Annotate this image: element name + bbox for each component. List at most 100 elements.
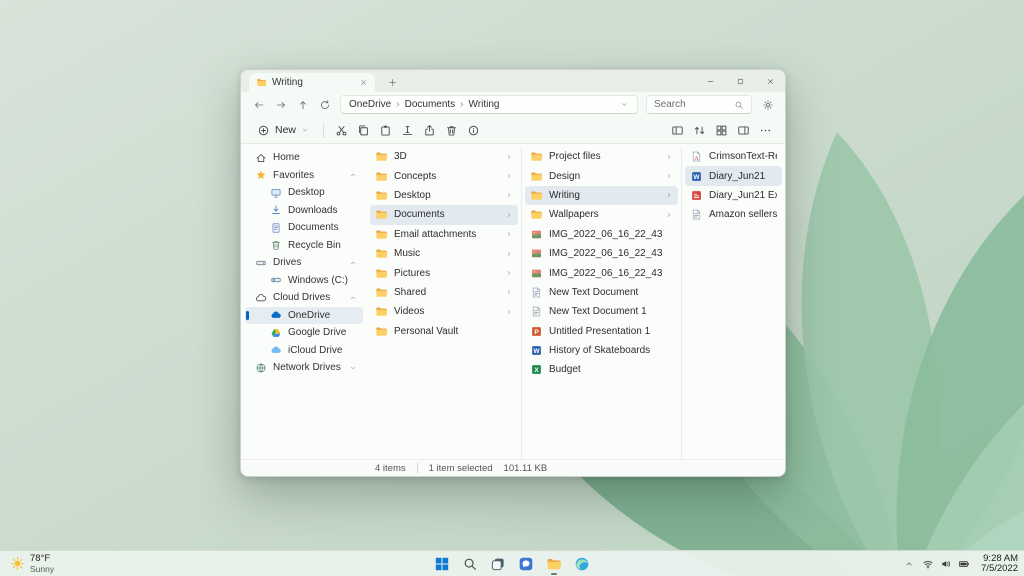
file-item-crimsontext-regular[interactable]: ACrimsonText-Regular bbox=[685, 147, 782, 166]
close-button[interactable] bbox=[755, 70, 785, 92]
taskbar-edge-button[interactable] bbox=[570, 552, 594, 576]
settings-button[interactable] bbox=[758, 95, 777, 114]
clock-time: 9:28 AM bbox=[983, 554, 1018, 564]
breadcrumb-writing[interactable]: Writing bbox=[469, 99, 500, 110]
taskbar-chat-button[interactable] bbox=[514, 552, 538, 576]
file-item-label: Diary_Jun21 Exported bbox=[709, 190, 777, 201]
sidebar-item-home[interactable]: Home bbox=[245, 149, 363, 167]
sidebar-item-documents[interactable]: Documents bbox=[245, 219, 363, 237]
view-button[interactable] bbox=[711, 120, 732, 141]
volume-icon[interactable] bbox=[940, 558, 952, 570]
sidebar-item-desktop[interactable]: Desktop bbox=[245, 184, 363, 202]
file-item-desktop[interactable]: Desktop bbox=[370, 186, 518, 205]
file-item-amazon-sellers-newsl[interactable]: Amazon sellers newsl bbox=[685, 205, 782, 224]
onedrive-icon bbox=[270, 309, 282, 321]
properties-button[interactable] bbox=[463, 120, 484, 141]
file-item-label: Pictures bbox=[394, 268, 499, 279]
sidebar-item-recycle-bin[interactable]: Recycle Bin bbox=[245, 237, 363, 255]
folder-icon bbox=[375, 189, 388, 202]
file-item-videos[interactable]: Videos bbox=[370, 302, 518, 321]
file-item-project-files[interactable]: Project files bbox=[525, 147, 678, 166]
file-item-3d[interactable]: 3D bbox=[370, 147, 518, 166]
file-item-untitled-presentation-1[interactable]: PUntitled Presentation 1 bbox=[525, 322, 678, 341]
new-button[interactable]: New bbox=[250, 121, 316, 140]
file-item-diary-jun21[interactable]: WDiary_Jun21 bbox=[685, 166, 782, 185]
file-item-writing[interactable]: Writing bbox=[525, 186, 678, 205]
forward-button[interactable] bbox=[271, 95, 290, 114]
file-item-diary-jun21-exported[interactable]: Diary_Jun21 Exported bbox=[685, 186, 782, 205]
back-button[interactable] bbox=[249, 95, 268, 114]
search-box[interactable] bbox=[646, 95, 752, 114]
search-input[interactable] bbox=[654, 99, 730, 110]
sidebar-item-onedrive[interactable]: OneDrive bbox=[245, 307, 363, 325]
chevron-up-icon[interactable] bbox=[349, 171, 357, 179]
more-button[interactable] bbox=[755, 120, 776, 141]
sort-button[interactable] bbox=[689, 120, 710, 141]
file-item-img-2022-06-16-22-43[interactable]: IMG_2022_06_16_22_43 bbox=[525, 225, 678, 244]
file-item-pictures[interactable]: Pictures bbox=[370, 263, 518, 282]
titlebar[interactable]: Writing bbox=[241, 70, 785, 92]
taskbar-taskview-button[interactable] bbox=[486, 552, 510, 576]
file-item-design[interactable]: Design bbox=[525, 166, 678, 185]
sidebar-item-icloud-drive[interactable]: iCloud Drive bbox=[245, 342, 363, 360]
tray-overflow-button[interactable] bbox=[904, 559, 914, 569]
tab-close-icon[interactable] bbox=[359, 78, 368, 87]
cut-button[interactable] bbox=[331, 120, 352, 141]
recycle-bin-icon bbox=[270, 239, 282, 251]
taskbar-search-button[interactable] bbox=[458, 552, 482, 576]
taskbar-start-button[interactable] bbox=[430, 552, 454, 576]
details-button[interactable] bbox=[733, 120, 754, 141]
rename-button[interactable] bbox=[397, 120, 418, 141]
file-item-new-text-document-1[interactable]: New Text Document 1 bbox=[525, 302, 678, 321]
file-item-img-2022-06-16-22-43[interactable]: IMG_2022_06_16_22_43 bbox=[525, 263, 678, 282]
sidebar-item-downloads[interactable]: Downloads bbox=[245, 202, 363, 220]
file-item-music[interactable]: Music bbox=[370, 244, 518, 263]
breadcrumb-documents[interactable]: Documents bbox=[405, 99, 456, 110]
file-item-img-2022-06-16-22-43[interactable]: IMG_2022_06_16_22_43 bbox=[525, 244, 678, 263]
file-item-wallpapers[interactable]: Wallpapers bbox=[525, 205, 678, 224]
file-item-personal-vault[interactable]: Personal Vault bbox=[370, 322, 518, 341]
network-icon bbox=[255, 362, 267, 374]
sidebar-item-google-drive[interactable]: Google Drive bbox=[245, 324, 363, 342]
home-icon bbox=[255, 152, 267, 164]
refresh-button[interactable] bbox=[315, 95, 334, 114]
paste-button[interactable] bbox=[375, 120, 396, 141]
sidebar-item-windows-c[interactable]: Windows (C:) bbox=[245, 272, 363, 290]
tab-writing[interactable]: Writing bbox=[249, 73, 375, 92]
file-item-budget[interactable]: XBudget bbox=[525, 360, 678, 379]
breadcrumb-onedrive[interactable]: OneDrive bbox=[349, 99, 391, 110]
breadcrumb[interactable]: OneDrive›Documents›Writing bbox=[340, 95, 638, 114]
file-item-label: IMG_2022_06_16_22_43 bbox=[549, 229, 673, 240]
chevron-right-icon bbox=[505, 288, 513, 296]
minimize-icon bbox=[706, 77, 715, 86]
file-item-documents[interactable]: Documents bbox=[370, 205, 518, 224]
wifi-icon[interactable] bbox=[922, 558, 934, 570]
up-button[interactable] bbox=[293, 95, 312, 114]
share-button[interactable] bbox=[419, 120, 440, 141]
sidebar-item-favorites[interactable]: Favorites bbox=[245, 167, 363, 185]
chevron-up-icon[interactable] bbox=[349, 294, 357, 302]
delete-button[interactable] bbox=[441, 120, 462, 141]
sidebar-item-network-drives[interactable]: Network Drives bbox=[245, 359, 363, 377]
address-dropdown-icon[interactable] bbox=[620, 100, 629, 109]
new-tab-button[interactable] bbox=[387, 77, 398, 88]
sidebar-item-drives[interactable]: Drives bbox=[245, 254, 363, 272]
minimize-button[interactable] bbox=[695, 70, 725, 92]
file-item-shared[interactable]: Shared bbox=[370, 283, 518, 302]
file-item-new-text-document[interactable]: New Text Document bbox=[525, 283, 678, 302]
battery-icon[interactable] bbox=[958, 558, 970, 570]
file-item-label: Project files bbox=[549, 151, 659, 162]
copy-button[interactable] bbox=[353, 120, 374, 141]
weather-widget[interactable]: 78°F Sunny bbox=[3, 551, 61, 576]
file-item-label: Videos bbox=[394, 306, 499, 317]
chevron-down-icon[interactable] bbox=[349, 364, 357, 372]
maximize-button[interactable] bbox=[725, 70, 755, 92]
file-item-concepts[interactable]: Concepts bbox=[370, 166, 518, 185]
file-item-history-of-skateboards[interactable]: WHistory of Skateboards bbox=[525, 341, 678, 360]
file-item-email-attachments[interactable]: Email attachments bbox=[370, 225, 518, 244]
sidebar-item-cloud-drives[interactable]: Cloud Drives bbox=[245, 289, 363, 307]
clock[interactable]: 9:28 AM 7/5/2022 bbox=[981, 554, 1018, 574]
panes-button[interactable] bbox=[667, 120, 688, 141]
chevron-up-icon[interactable] bbox=[349, 259, 357, 267]
taskbar-explorer-button[interactable] bbox=[542, 552, 566, 576]
